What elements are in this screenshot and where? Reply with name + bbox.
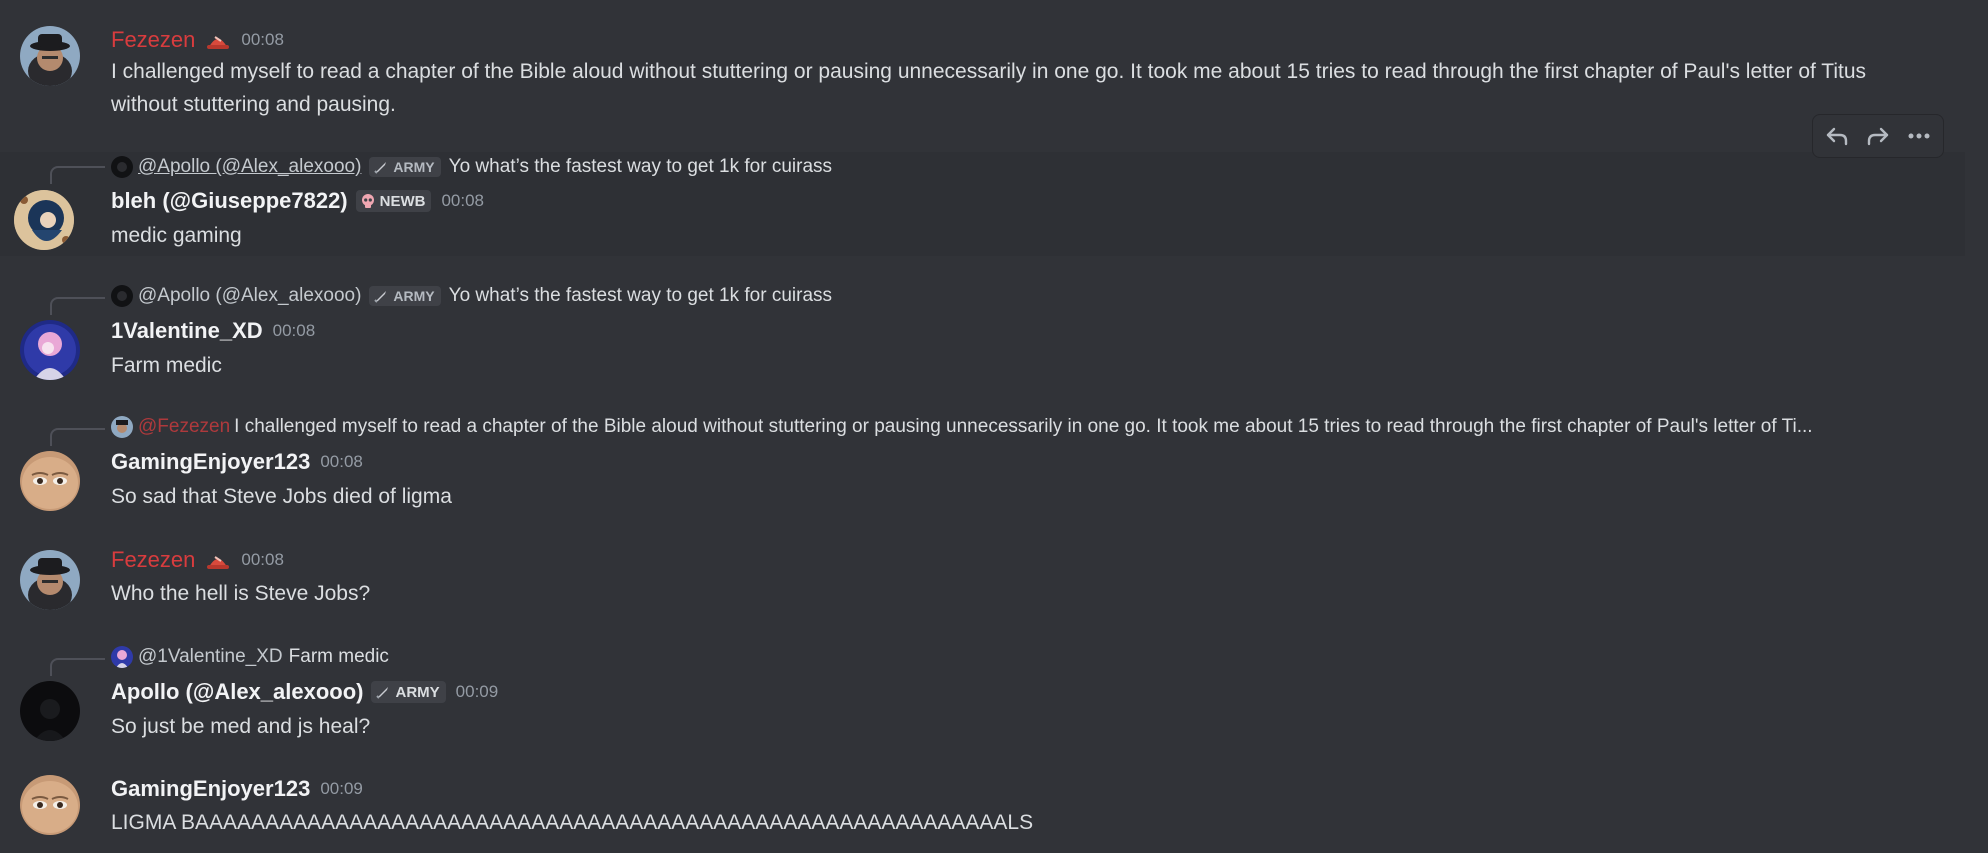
more-options-button[interactable] [1900, 118, 1938, 154]
reply-preview[interactable]: @Fezezen I challenged myself to read a c… [111, 414, 1905, 440]
message-header: Fezezen 00:08 [111, 546, 284, 574]
reply-role-tag-label: ARMY [393, 288, 435, 304]
reply-icon [1823, 122, 1851, 150]
skull-icon [360, 193, 376, 209]
message-header: 1Valentine_XD 00:08 [111, 317, 315, 345]
avatar[interactable] [20, 550, 80, 610]
message-header: Apollo (@Alex_alexooo) ARMY 00:09 [111, 678, 498, 706]
message-header: Fezezen 00:08 [111, 26, 284, 54]
username[interactable]: Fezezen [111, 547, 195, 573]
message-content: Who the hell is Steve Jobs? [111, 582, 371, 605]
reply-role-tag: ARMY [369, 286, 441, 306]
sword-icon [375, 684, 391, 700]
timestamp[interactable]: 00:09 [456, 682, 499, 702]
reply-username[interactable]: @Fezezen [138, 416, 230, 438]
reply-avatar [111, 285, 133, 307]
timestamp[interactable]: 00:09 [320, 779, 363, 799]
message-actions-toolbar [1812, 114, 1944, 158]
reply-avatar [111, 156, 133, 178]
timestamp[interactable]: 00:08 [273, 321, 316, 341]
avatar[interactable] [20, 26, 80, 86]
reply-preview[interactable]: @1Valentine_XD Farm medic [111, 644, 389, 670]
avatar[interactable] [20, 681, 80, 741]
reply-role-tag: ARMY [369, 157, 441, 177]
reply-preview[interactable]: @Apollo (@Alex_alexooo) ARMY Yo what’s t… [111, 154, 832, 180]
reply-text: Yo what’s the fastest way to get 1k for … [448, 156, 833, 177]
role-tag: NEWB [355, 190, 432, 212]
forward-button[interactable] [1859, 118, 1897, 154]
message-content: So sad that Steve Jobs died of ligma [111, 485, 452, 508]
reply-connector [50, 428, 105, 446]
red-hat-icon [205, 549, 231, 571]
reply-connector [50, 166, 105, 184]
timestamp[interactable]: 00:08 [241, 30, 284, 50]
sword-icon [373, 288, 389, 304]
message[interactable]: Fezezen 00:08 Who the hell is Steve Jobs… [0, 546, 1965, 618]
username[interactable]: bleh (@Giuseppe7822) [111, 188, 348, 214]
reply-username[interactable]: @Apollo (@Alex_alexooo) [138, 156, 361, 178]
message-content: medic gaming [111, 224, 242, 247]
reply-text: Farm medic [288, 646, 389, 667]
forward-icon [1864, 122, 1892, 150]
reply-role-tag-label: ARMY [393, 159, 435, 175]
avatar[interactable] [20, 451, 80, 511]
timestamp[interactable]: 00:08 [241, 550, 284, 570]
more-options-icon [1905, 122, 1933, 150]
chat-message-list: Fezezen 00:08 I challenged myself to rea… [0, 0, 1988, 853]
message-header: GamingEnjoyer123 00:09 [111, 775, 363, 803]
role-tag: ARMY [371, 681, 446, 703]
reply-connector [50, 297, 105, 315]
message[interactable]: @Apollo (@Alex_alexooo) ARMY Yo what’s t… [0, 152, 1965, 256]
message-content: So just be med and js heal? [111, 715, 371, 738]
sword-icon [373, 159, 389, 175]
username[interactable]: GamingEnjoyer123 [111, 776, 310, 802]
reply-username[interactable]: @Apollo (@Alex_alexooo) [138, 285, 361, 307]
timestamp[interactable]: 00:08 [320, 452, 363, 472]
message[interactable]: @Apollo (@Alex_alexooo) ARMY Yo what’s t… [0, 283, 1965, 387]
message-content: I challenged myself to read a chapter of… [111, 60, 1867, 116]
reply-text: I challenged myself to read a chapter of… [234, 416, 1813, 437]
reply-button[interactable] [1818, 118, 1856, 154]
reply-text: Yo what’s the fastest way to get 1k for … [448, 285, 833, 306]
role-tag-label: ARMY [395, 683, 440, 701]
reply-username[interactable]: @1Valentine_XD [138, 646, 283, 668]
reply-connector [50, 658, 105, 676]
username[interactable]: Fezezen [111, 27, 195, 53]
reply-preview[interactable]: @Apollo (@Alex_alexooo) ARMY Yo what’s t… [111, 283, 832, 309]
timestamp[interactable]: 00:08 [441, 191, 484, 211]
avatar[interactable] [20, 320, 80, 380]
reply-avatar [111, 646, 133, 668]
message-header: GamingEnjoyer123 00:08 [111, 448, 363, 476]
message[interactable]: GamingEnjoyer123 00:09 LIGMA BAAAAAAAAAA… [0, 775, 1965, 853]
message[interactable]: @1Valentine_XD Farm medic Apollo (@Alex_… [0, 644, 1965, 748]
username[interactable]: 1Valentine_XD [111, 318, 263, 344]
reply-avatar [111, 416, 133, 438]
red-hat-icon [205, 29, 231, 51]
role-tag-label: NEWB [379, 192, 426, 210]
message-content: Farm medic [111, 354, 222, 377]
username[interactable]: GamingEnjoyer123 [111, 449, 310, 475]
avatar[interactable] [14, 190, 74, 250]
username[interactable]: Apollo (@Alex_alexooo) [111, 679, 363, 705]
message-content: LIGMA BAAAAAAAAAAAAAAAAAAAAAAAAAAAAAAAAA… [111, 811, 1034, 834]
avatar[interactable] [20, 775, 80, 835]
message-header: bleh (@Giuseppe7822) NEWB 00:08 [111, 187, 484, 215]
message[interactable]: @Fezezen I challenged myself to read a c… [0, 414, 1965, 518]
message[interactable]: Fezezen 00:08 I challenged myself to rea… [0, 18, 1965, 122]
